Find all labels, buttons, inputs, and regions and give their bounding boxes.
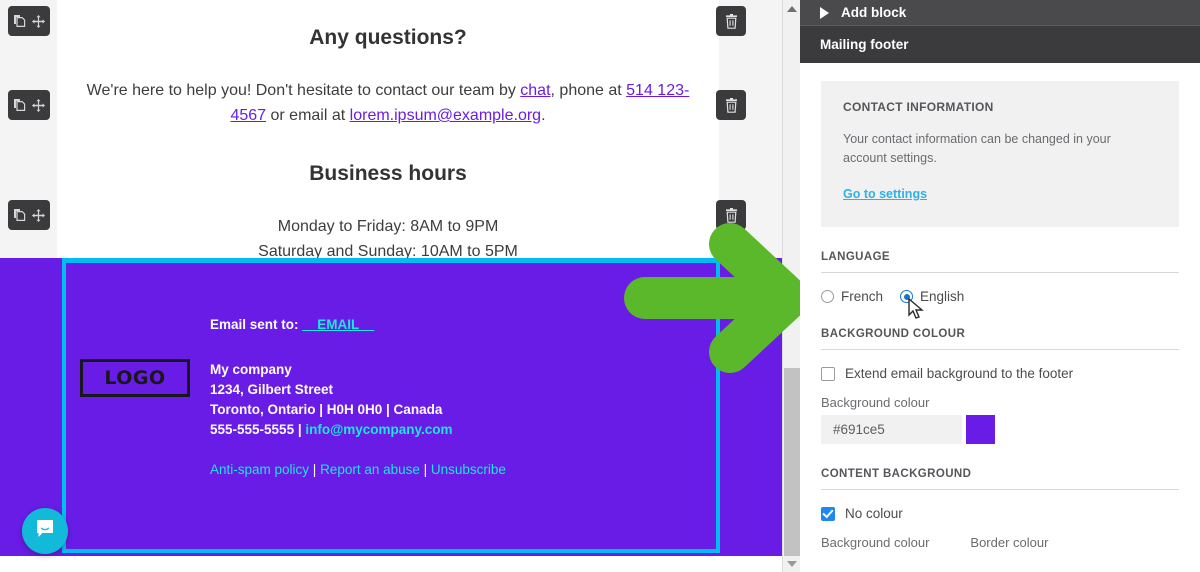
radio-option-french[interactable]: French	[821, 289, 883, 304]
canvas-scrollbar[interactable]	[782, 0, 800, 572]
background-colour-field-label: Background colour	[821, 395, 930, 410]
footer-legal-sep-1: |	[309, 462, 321, 477]
footer-sent-to-label: Email sent to:	[210, 317, 303, 332]
footer-email-link[interactable]: info@mycompany.com	[305, 422, 452, 437]
content-background-section: CONTENT BACKGROUND No colour Background …	[821, 468, 1179, 550]
duplicate-icon[interactable]	[13, 14, 26, 28]
add-block-label: Add block	[841, 5, 907, 20]
email-chat-link[interactable]: chat	[520, 82, 550, 99]
app-root: Any questions? We're here to help you! D…	[0, 0, 1200, 572]
background-colour-section: BACKGROUND COLOUR Extend email backgroun…	[821, 328, 1179, 444]
email-editor-canvas: Any questions? We're here to help you! D…	[0, 0, 782, 572]
block-delete-button-3[interactable]	[716, 200, 746, 230]
block-tools-left-1[interactable]	[8, 6, 50, 36]
move-icon[interactable]	[32, 14, 45, 28]
email-content-area: Any questions? We're here to help you! D…	[57, 0, 719, 264]
footer-link-report-abuse[interactable]: Report an abuse	[320, 462, 420, 477]
email-heading-hours: Business hours	[309, 162, 467, 185]
no-colour-label: No colour	[845, 506, 903, 521]
footer-address-block: My company 1234, Gilbert Street Toronto,…	[210, 360, 453, 440]
move-icon[interactable]	[32, 208, 45, 222]
intercom-chat-launcher[interactable]	[22, 508, 68, 554]
block-tools-left-3[interactable]	[8, 200, 50, 230]
background-colour-field-row	[821, 415, 1179, 444]
scrollbar-thumb[interactable]	[784, 368, 800, 556]
footer-link-unsubscribe[interactable]: Unsubscribe	[431, 462, 506, 477]
add-block-bar[interactable]: Add block	[800, 0, 1200, 26]
contact-information-card: CONTACT INFORMATION Your contact informa…	[821, 81, 1179, 227]
trash-icon[interactable]	[725, 97, 738, 113]
extend-background-checkbox[interactable]	[821, 366, 835, 381]
footer-email-placeholder: __EMAIL__	[302, 317, 375, 332]
radio-french-label: French	[841, 289, 884, 304]
go-to-settings-link[interactable]: Go to settings	[843, 187, 927, 201]
block-title-bar: Mailing footer	[800, 26, 1200, 63]
contact-card-title: CONTACT INFORMATION	[843, 100, 994, 114]
content-background-colour-label: Background colour	[821, 535, 930, 550]
background-colour-input[interactable]	[821, 415, 962, 444]
help-text-4: .	[541, 107, 546, 124]
no-colour-checkbox-row[interactable]: No colour	[821, 506, 1179, 521]
mouse-cursor	[908, 298, 924, 319]
footer-company-name: My company	[210, 362, 292, 377]
help-text-2: , phone at	[550, 82, 627, 99]
trash-icon[interactable]	[725, 207, 738, 223]
footer-phone: 555-555-5555	[210, 422, 295, 437]
caret-right-icon	[820, 6, 829, 19]
email-hours-weekday: Monday to Friday: 8AM to 9PM	[277, 218, 499, 235]
extend-background-checkbox-row[interactable]: Extend email background to the footer	[821, 366, 1179, 381]
extend-background-label: Extend email background to the footer	[845, 366, 1074, 381]
block-title-label: Mailing footer	[820, 37, 909, 52]
footer-contact-separator: |	[294, 422, 306, 437]
email-help-paragraph: We're here to help you! Don't hesitate t…	[75, 78, 701, 128]
footer-legal-sep-2: |	[419, 462, 431, 477]
language-radio-group: French English	[821, 289, 1179, 304]
trash-icon[interactable]	[725, 13, 738, 29]
duplicate-icon[interactable]	[13, 208, 26, 222]
block-delete-button-2[interactable]	[716, 90, 746, 120]
scroll-down-arrow-icon[interactable]	[783, 555, 800, 572]
duplicate-icon[interactable]	[13, 98, 26, 112]
background-colour-swatch[interactable]	[966, 415, 995, 444]
footer-legal-links: Anti-spam policy | Report an abuse | Uns…	[210, 461, 506, 479]
scroll-up-arrow-icon[interactable]	[783, 0, 800, 17]
radio-english-label: English	[920, 289, 965, 304]
no-colour-checkbox[interactable]	[821, 506, 835, 521]
move-icon[interactable]	[32, 98, 45, 112]
help-text-1: We're here to help you! Don't hesitate t…	[86, 82, 521, 99]
content-background-section-title: CONTENT BACKGROUND	[821, 468, 1179, 490]
background-colour-section-title: BACKGROUND COLOUR	[821, 328, 1179, 350]
language-section-title: LANGUAGE	[821, 251, 1179, 273]
help-text-3: or email at	[266, 107, 350, 124]
footer-logo-placeholder: LOGO	[80, 359, 190, 397]
content-background-field-labels: Background colour Border colour	[821, 535, 1179, 550]
settings-sidebar: Add block Mailing footer CONTACT INFORMA…	[800, 0, 1200, 572]
footer-street: 1234, Gilbert Street	[210, 382, 334, 397]
radio-french-indicator[interactable]	[821, 290, 834, 303]
footer-logo-text: LOGO	[104, 367, 166, 389]
footer-link-antispam[interactable]: Anti-spam policy	[210, 462, 309, 477]
sidebar-body: CONTACT INFORMATION Your contact informa…	[800, 63, 1200, 550]
mailing-footer-block[interactable]: LOGO Email sent to: __EMAIL__ My company…	[0, 258, 782, 556]
contact-card-text: Your contact information can be changed …	[843, 132, 1111, 165]
language-section: LANGUAGE French English	[821, 251, 1179, 304]
email-heading-questions: Any questions?	[309, 26, 467, 49]
chat-bubble-icon	[33, 517, 57, 546]
content-border-colour-label: Border colour	[970, 535, 1049, 550]
footer-city-line: Toronto, Ontario | H0H 0H0 | Canada	[210, 402, 443, 417]
block-tools-left-2[interactable]	[8, 90, 50, 120]
block-delete-button-1[interactable]	[716, 6, 746, 36]
footer-contact-line: 555-555-5555 | info@mycompany.com	[210, 420, 453, 440]
footer-sent-to-line: Email sent to: __EMAIL__	[210, 316, 374, 334]
email-address-link[interactable]: lorem.ipsum@example.org	[350, 107, 541, 124]
